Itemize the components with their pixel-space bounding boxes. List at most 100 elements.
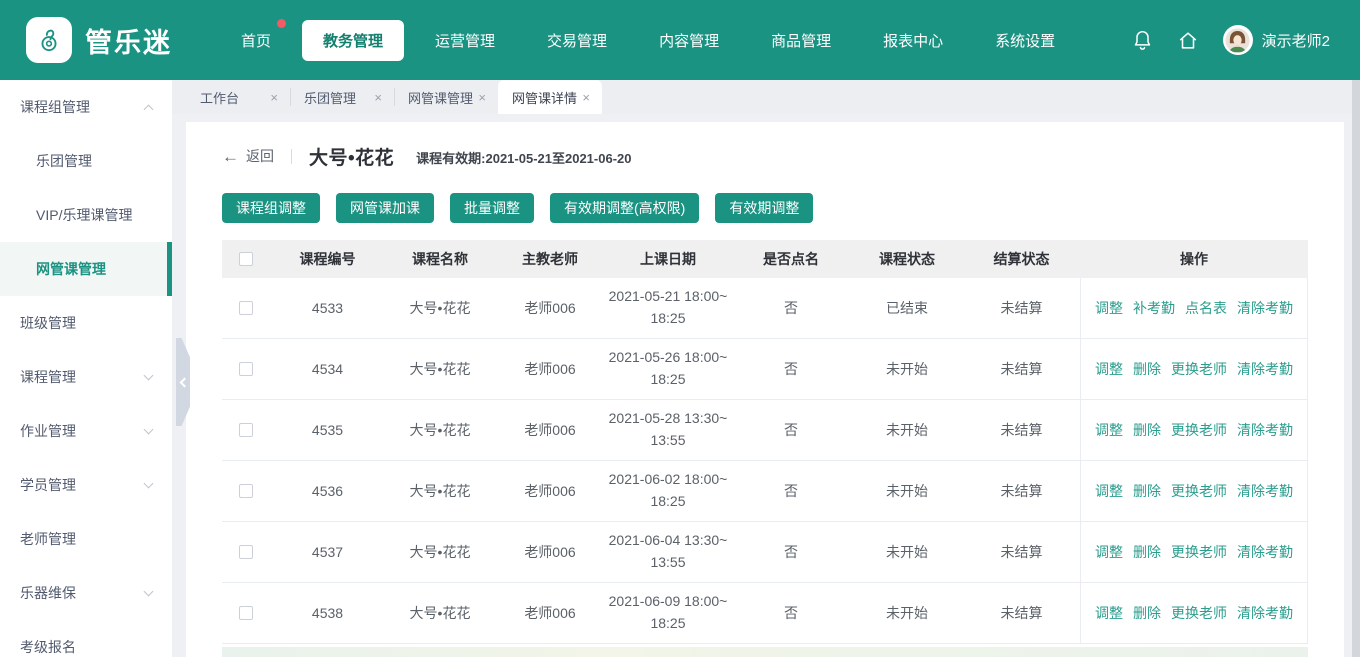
- actions-cell: 调整删除更换老师清除考勤: [1080, 583, 1308, 643]
- column-header-课程状态: 课程状态: [851, 249, 963, 269]
- toolbar-button-有效期调整(高权限)[interactable]: 有效期调整(高权限): [550, 193, 699, 223]
- action-link-清除考勤[interactable]: 清除考勤: [1237, 481, 1293, 501]
- date-text: 2021-06-09 18:00~18:25: [607, 591, 729, 634]
- column-header-课程编号: 课程编号: [270, 249, 385, 269]
- row-select-cell: [222, 400, 270, 460]
- select-all-checkbox[interactable]: [239, 252, 253, 266]
- nav-item-教务管理[interactable]: 教务管理: [302, 20, 404, 61]
- row-select-cell: [222, 278, 270, 338]
- action-link-更换老师[interactable]: 更换老师: [1171, 542, 1227, 562]
- row-checkbox[interactable]: [239, 423, 253, 437]
- page-header: ← 返回 大号•花花 课程有效期:2021-05-21至2021-06-20: [222, 140, 1306, 172]
- table-body: 4533大号•花花老师0062021-05-21 18:00~18:25否已结束…: [222, 278, 1308, 644]
- tab-close-icon[interactable]: ×: [372, 90, 384, 105]
- status-cell: 已结束: [851, 278, 963, 338]
- row-checkbox[interactable]: [239, 362, 253, 376]
- sidebar-item-乐团管理[interactable]: 乐团管理: [0, 134, 172, 188]
- action-link-删除[interactable]: 删除: [1133, 542, 1161, 562]
- back-button[interactable]: ← 返回: [222, 146, 274, 166]
- row-checkbox[interactable]: [239, 606, 253, 620]
- tab-bar: 工作台×乐团管理×网管课管理×网管课详情×: [172, 80, 1360, 114]
- action-link-删除[interactable]: 删除: [1133, 603, 1161, 623]
- page-scrollbar[interactable]: [1352, 80, 1360, 657]
- teacher-cell: 老师006: [495, 522, 605, 582]
- row-checkbox[interactable]: [239, 301, 253, 315]
- sidebar-item-考级报名[interactable]: 考级报名: [0, 620, 172, 657]
- action-link-调整[interactable]: 调整: [1095, 359, 1123, 379]
- settlement-cell: 未结算: [963, 278, 1080, 338]
- chevron-down-icon: [144, 479, 154, 489]
- toolbar-button-有效期调整[interactable]: 有效期调整: [715, 193, 813, 223]
- toolbar-button-批量调整[interactable]: 批量调整: [450, 193, 534, 223]
- actions-cell: 调整删除更换老师清除考勤: [1080, 400, 1308, 460]
- sidebar-item-学员管理[interactable]: 学员管理: [0, 458, 172, 512]
- action-link-更换老师[interactable]: 更换老师: [1171, 603, 1227, 623]
- action-link-调整[interactable]: 调整: [1095, 603, 1123, 623]
- toolbar-button-课程组调整[interactable]: 课程组调整: [222, 193, 320, 223]
- date-cell: 2021-06-02 18:00~18:25: [605, 461, 731, 521]
- top-navbar: 管乐迷 首页教务管理运营管理交易管理内容管理商品管理报表中心系统设置: [0, 0, 1360, 80]
- nav-item-交易管理[interactable]: 交易管理: [526, 20, 628, 61]
- tab-乐团管理[interactable]: 乐团管理×: [290, 80, 394, 114]
- action-link-删除[interactable]: 删除: [1133, 359, 1161, 379]
- action-link-调整[interactable]: 调整: [1095, 481, 1123, 501]
- row-checkbox[interactable]: [239, 545, 253, 559]
- back-label: 返回: [246, 146, 274, 166]
- nav-item-首页[interactable]: 首页: [220, 20, 292, 61]
- nav-item-报表中心[interactable]: 报表中心: [862, 20, 964, 61]
- select-all-cell: [222, 252, 270, 266]
- action-link-清除考勤[interactable]: 清除考勤: [1237, 603, 1293, 623]
- nav-item-运营管理[interactable]: 运营管理: [414, 20, 516, 61]
- sidebar-item-作业管理[interactable]: 作业管理: [0, 404, 172, 458]
- action-link-清除考勤[interactable]: 清除考勤: [1237, 420, 1293, 440]
- status-cell: 未开始: [851, 522, 963, 582]
- action-link-删除[interactable]: 删除: [1133, 420, 1161, 440]
- action-link-清除考勤[interactable]: 清除考勤: [1237, 542, 1293, 562]
- settlement-cell: 未结算: [963, 461, 1080, 521]
- sidebar-item-课程管理[interactable]: 课程管理: [0, 350, 172, 404]
- action-link-调整[interactable]: 调整: [1095, 420, 1123, 440]
- action-link-更换老师[interactable]: 更换老师: [1171, 359, 1227, 379]
- partial-next-row: [222, 647, 1308, 657]
- course-name-cell: 大号•花花: [385, 339, 495, 399]
- rollcall-cell: 否: [731, 339, 851, 399]
- home-icon[interactable]: [1177, 29, 1199, 52]
- teacher-cell: 老师006: [495, 461, 605, 521]
- action-link-调整[interactable]: 调整: [1095, 298, 1123, 318]
- nav-item-商品管理[interactable]: 商品管理: [750, 20, 852, 61]
- toolbar-button-网管课加课[interactable]: 网管课加课: [336, 193, 434, 223]
- sidebar-item-老师管理[interactable]: 老师管理: [0, 512, 172, 566]
- row-checkbox[interactable]: [239, 484, 253, 498]
- tab-close-icon[interactable]: ×: [476, 90, 488, 105]
- action-link-点名表[interactable]: 点名表: [1185, 298, 1227, 318]
- sidebar-item-网管课管理[interactable]: 网管课管理: [0, 242, 172, 296]
- sidebar-item-VIP/乐理课管理[interactable]: VIP/乐理课管理: [0, 188, 172, 242]
- tab-网管课管理[interactable]: 网管课管理×: [394, 80, 498, 114]
- avatar: [1223, 25, 1253, 55]
- status-cell: 未开始: [851, 400, 963, 460]
- action-link-清除考勤[interactable]: 清除考勤: [1237, 298, 1293, 318]
- chevron-down-icon: [144, 587, 154, 597]
- user-menu[interactable]: 演示老师2: [1223, 25, 1330, 55]
- tab-close-icon[interactable]: ×: [268, 90, 280, 105]
- sidebar-item-乐器维保[interactable]: 乐器维保: [0, 566, 172, 620]
- sidebar-item-班级管理[interactable]: 班级管理: [0, 296, 172, 350]
- brand-logo[interactable]: 管乐迷: [26, 17, 172, 63]
- action-link-更换老师[interactable]: 更换老师: [1171, 420, 1227, 440]
- rollcall-cell: 否: [731, 400, 851, 460]
- action-link-清除考勤[interactable]: 清除考勤: [1237, 359, 1293, 379]
- tab-label: 工作台: [200, 88, 268, 107]
- nav-item-内容管理[interactable]: 内容管理: [638, 20, 740, 61]
- action-link-更换老师[interactable]: 更换老师: [1171, 481, 1227, 501]
- tab-工作台[interactable]: 工作台×: [186, 80, 290, 114]
- tab-网管课详情[interactable]: 网管课详情×: [498, 80, 602, 114]
- course-id-cell: 4534: [270, 339, 385, 399]
- nav-item-系统设置[interactable]: 系统设置: [974, 20, 1076, 61]
- bell-icon[interactable]: [1132, 28, 1153, 52]
- tab-label: 网管课详情: [512, 88, 580, 107]
- sidebar-item-课程组管理[interactable]: 课程组管理: [0, 80, 172, 134]
- tab-close-icon[interactable]: ×: [580, 90, 592, 105]
- action-link-删除[interactable]: 删除: [1133, 481, 1161, 501]
- action-link-调整[interactable]: 调整: [1095, 542, 1123, 562]
- action-link-补考勤[interactable]: 补考勤: [1133, 298, 1175, 318]
